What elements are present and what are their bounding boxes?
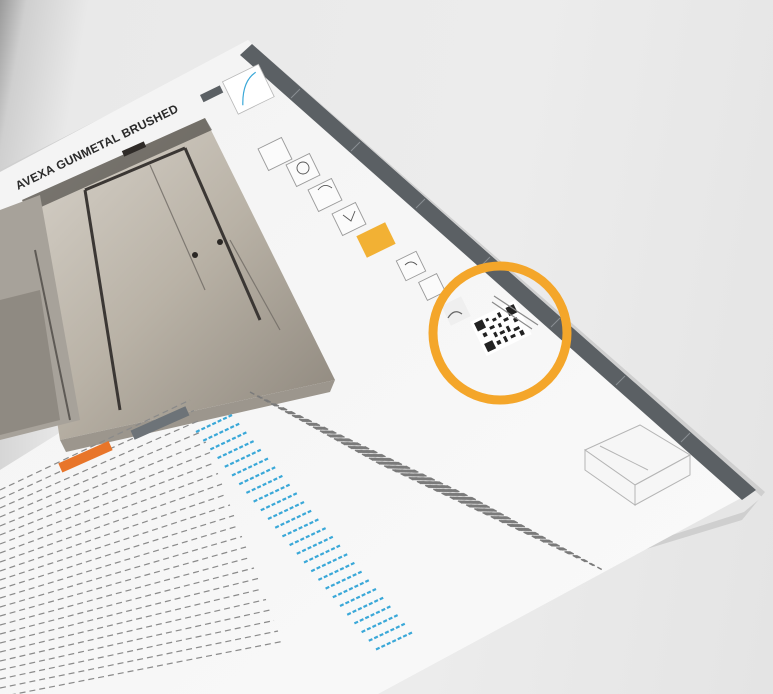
catalog-photo: AVEXA GUNMETAL BRUSHED [0, 40, 765, 694]
